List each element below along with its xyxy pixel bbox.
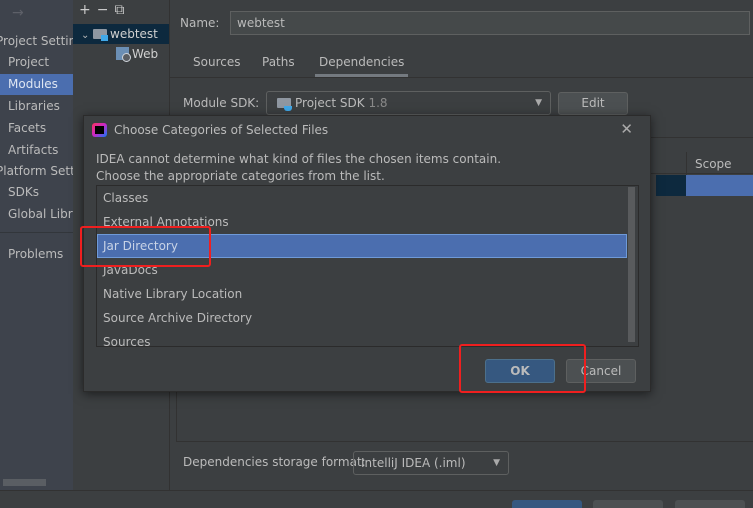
copy-icon[interactable]: ⧉ xyxy=(114,2,130,18)
bottom-ok-button[interactable] xyxy=(512,500,582,508)
nav-horizontal-scrollbar[interactable] xyxy=(3,479,46,486)
module-sdk-label: Module SDK: xyxy=(183,96,260,110)
cancel-button[interactable]: Cancel xyxy=(566,359,636,383)
category-item-javadocs[interactable]: JavaDocs xyxy=(97,258,627,282)
chevron-down-icon[interactable]: ⌄ xyxy=(81,26,93,46)
tree-node-label: webtest xyxy=(110,27,158,41)
add-icon[interactable]: + xyxy=(79,2,97,18)
nav-section-platform-settings: Platform Settings xyxy=(0,164,73,178)
choose-categories-dialog: Choose Categories of Selected Files ✕ ID… xyxy=(83,115,651,392)
web-facet-icon xyxy=(116,47,131,62)
bottom-apply-button[interactable] xyxy=(675,500,745,508)
sdk-folder-icon xyxy=(277,98,292,111)
tree-node-web[interactable]: Web xyxy=(73,44,169,64)
ok-button[interactable]: OK xyxy=(485,359,555,383)
nav-section-project-settings: Project Settings xyxy=(0,34,73,48)
sdk-value: Project SDK xyxy=(295,96,365,110)
nav-item-artifacts[interactable]: Artifacts xyxy=(0,140,73,161)
name-label: Name: xyxy=(180,16,220,30)
category-item-classes[interactable]: Classes xyxy=(97,186,627,210)
nav-item-sdks[interactable]: SDKs xyxy=(0,182,73,203)
tab-dependencies[interactable]: Dependencies xyxy=(315,55,409,77)
settings-nav: → Project Settings Project Modules Libra… xyxy=(0,0,73,490)
intellij-idea-icon xyxy=(92,123,107,137)
category-item-source-archive-directory[interactable]: Source Archive Directory xyxy=(97,306,627,330)
nav-item-problems[interactable]: Problems xyxy=(0,244,73,265)
dialog-message-line2: Choose the appropriate categories from t… xyxy=(96,169,385,183)
close-icon[interactable]: ✕ xyxy=(620,120,633,138)
remove-icon[interactable]: − xyxy=(97,2,115,18)
storage-format-label: Dependencies storage format: xyxy=(183,455,366,469)
nav-item-global-libraries[interactable]: Global Libraries xyxy=(0,204,73,225)
dialog-title: Choose Categories of Selected Files xyxy=(114,123,329,137)
nav-divider xyxy=(0,232,73,233)
module-folder-icon xyxy=(93,29,108,41)
tree-node-label: Web xyxy=(132,47,159,61)
module-tabs: Sources Paths Dependencies xyxy=(170,50,753,78)
list-scrollbar[interactable] xyxy=(628,187,635,342)
category-item-external-annotations[interactable]: External Annotations xyxy=(97,210,627,234)
storage-format-select[interactable]: IntelliJ IDEA (.iml) ▼ xyxy=(353,451,509,475)
edit-sdk-button[interactable]: Edit xyxy=(558,92,628,115)
nav-item-libraries[interactable]: Libraries xyxy=(0,96,73,117)
tree-toolbar: +−⧉ xyxy=(79,2,130,18)
column-header-scope[interactable]: Scope xyxy=(686,152,732,176)
category-item-native-library-location[interactable]: Native Library Location xyxy=(97,282,627,306)
nav-item-modules[interactable]: Modules xyxy=(0,74,73,95)
bottom-cancel-button[interactable] xyxy=(593,500,663,508)
tab-sources[interactable]: Sources xyxy=(193,55,240,77)
category-item-sources[interactable]: Sources xyxy=(97,330,627,346)
sdk-version: 1.8 xyxy=(368,96,388,110)
nav-item-project[interactable]: Project xyxy=(0,52,73,73)
tab-paths[interactable]: Paths xyxy=(262,55,295,77)
dependency-row-cell[interactable] xyxy=(656,175,686,196)
module-sdk-select[interactable]: Project SDK 1.8 ▼ xyxy=(266,91,551,115)
categories-list: Classes External Annotations Jar Directo… xyxy=(96,185,639,347)
nav-item-facets[interactable]: Facets xyxy=(0,118,73,139)
dependency-row-scope-cell[interactable] xyxy=(686,175,753,196)
dropdown-arrow-icon: ▼ xyxy=(535,98,542,108)
bottom-button-bar xyxy=(0,490,753,508)
dropdown-arrow-icon: ▼ xyxy=(493,458,500,468)
arrow-right-icon[interactable]: → xyxy=(12,5,24,21)
module-name-input[interactable]: webtest xyxy=(230,11,750,35)
storage-format-value: IntelliJ IDEA (.iml) xyxy=(361,456,466,470)
dialog-message-line1: IDEA cannot determine what kind of files… xyxy=(96,152,502,166)
category-item-jar-directory[interactable]: Jar Directory xyxy=(97,234,627,258)
tree-node-webtest[interactable]: ⌄ webtest xyxy=(73,24,169,44)
